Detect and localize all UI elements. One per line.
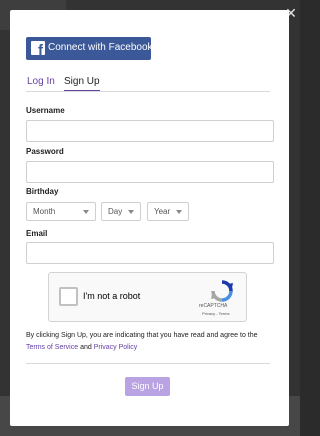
birthday-day-select[interactable]: Day [101, 202, 141, 221]
recaptcha-logo-icon [211, 280, 233, 302]
recaptcha-label: I'm not a robot [83, 291, 141, 301]
terms-of-service-link[interactable]: Terms of Service [26, 344, 78, 351]
signup-modal: f Connect with Facebook Log In Sign Up U… [10, 10, 289, 426]
birthday-month-value: Month [33, 207, 56, 216]
username-input[interactable] [26, 120, 274, 142]
birthday-month-select[interactable]: Month [26, 202, 96, 221]
birthday-day-value: Day [108, 207, 123, 216]
recaptcha-widget: I'm not a robot reCAPTCHA Privacy - Term… [48, 272, 247, 322]
sign-up-button-label: Sign Up [131, 381, 164, 391]
password-input[interactable] [26, 161, 274, 183]
birthday-label: Birthday [26, 187, 59, 196]
tab-log-in[interactable]: Log In [27, 76, 55, 87]
legal-text: By clicking Sign Up, you are indicating … [26, 332, 258, 339]
tab-sign-up[interactable]: Sign Up [64, 76, 100, 91]
email-input[interactable] [26, 242, 274, 264]
birthday-year-select[interactable]: Year [147, 202, 189, 221]
chevron-down-icon [83, 210, 89, 214]
auth-tabs: Log In Sign Up [26, 73, 270, 92]
chevron-down-icon [176, 210, 182, 214]
facebook-connect-label: Connect with Facebook [48, 42, 153, 53]
privacy-policy-link[interactable]: Privacy Policy [94, 344, 138, 351]
username-label: Username [26, 106, 65, 115]
recaptcha-brand: reCAPTCHA [199, 303, 228, 309]
recaptcha-links[interactable]: Privacy - Terms [202, 311, 229, 316]
recaptcha-checkbox[interactable] [59, 287, 78, 306]
legal-and: and [80, 344, 92, 351]
form-divider [26, 363, 270, 364]
facebook-connect-button[interactable]: f Connect with Facebook [26, 37, 153, 60]
chevron-down-icon [128, 210, 134, 214]
legal-notice: By clicking Sign Up, you are indicating … [26, 330, 276, 354]
email-label: Email [26, 229, 48, 238]
password-label: Password [26, 147, 64, 156]
sign-up-button[interactable]: Sign Up [125, 377, 170, 396]
facebook-icon: f [31, 41, 45, 55]
birthday-year-value: Year [154, 207, 171, 216]
